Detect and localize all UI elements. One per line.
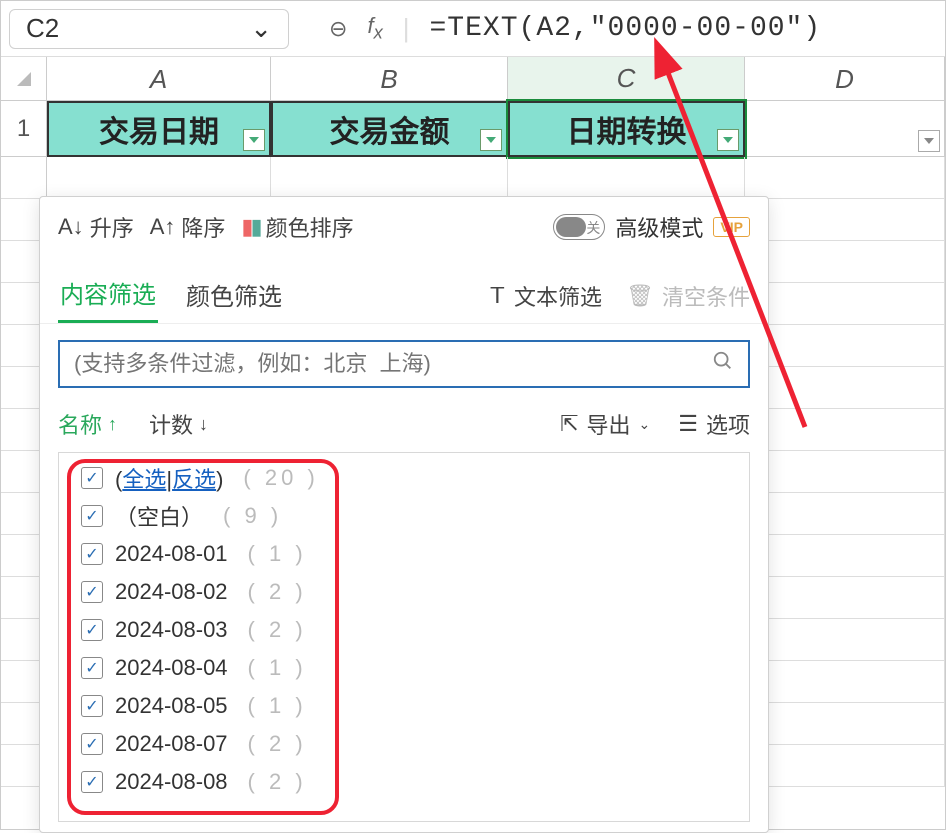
checkbox-icon[interactable]: ✓ — [81, 581, 103, 603]
vip-badge: VIP — [713, 217, 750, 237]
cell-B1[interactable]: 交易金额 — [271, 101, 508, 157]
filter-button-A[interactable] — [243, 129, 265, 151]
sort-desc-button[interactable]: A↑ 降序 — [150, 211, 226, 243]
search-input[interactable] — [74, 351, 702, 377]
list-item[interactable]: ✓2024-08-04( 1 ) — [59, 649, 749, 687]
options-button[interactable]: ☰ 选项 — [678, 408, 750, 440]
chevron-down-icon[interactable]: ⌄ — [250, 13, 272, 44]
sort-by-name[interactable]: 名称 ↑ — [58, 408, 117, 440]
filter-value-list: ✓ (全选|反选) ( 20 ) ✓ （空白） ( 9 ) ✓2024-08-0… — [58, 452, 750, 822]
fx-icon[interactable]: fx — [367, 13, 382, 43]
export-button[interactable]: ⇱ 导出 ⌄ — [560, 408, 650, 440]
header-A-label: 交易日期 — [99, 107, 219, 151]
header-row: 1 交易日期 交易金额 日期转换 — [1, 101, 945, 157]
checkbox-icon[interactable]: ✓ — [81, 619, 103, 641]
trash-icon: 🗑 — [626, 283, 654, 309]
search-input-wrapper — [58, 340, 750, 388]
sort-asc-icon: A↓ — [58, 214, 84, 240]
cell-D1[interactable] — [745, 101, 945, 156]
filter-button-B[interactable] — [480, 129, 502, 151]
column-headers: A B C D — [1, 57, 945, 101]
cell-C1[interactable]: 日期转换 — [508, 101, 745, 157]
export-icon: ⇱ — [560, 411, 578, 437]
name-box[interactable]: C2 ⌄ — [9, 9, 289, 49]
search-icon[interactable] — [712, 350, 734, 378]
advanced-mode-switch[interactable]: 关 — [553, 214, 605, 240]
checkbox-icon[interactable]: ✓ — [81, 733, 103, 755]
sort-asc-button[interactable]: A↓ 升序 — [58, 211, 134, 243]
list-item[interactable]: ✓2024-08-02( 2 ) — [59, 573, 749, 611]
filter-icon: 𝖳 — [491, 283, 504, 309]
blank-row[interactable]: ✓ （空白） ( 9 ) — [59, 497, 749, 535]
chevron-down-icon: ⌄ — [639, 416, 651, 433]
list-item[interactable]: ✓2024-08-01( 1 ) — [59, 535, 749, 573]
list-item[interactable]: ✓2024-08-08( 2 ) — [59, 763, 749, 801]
list-item[interactable]: ✓2024-08-03( 2 ) — [59, 611, 749, 649]
color-sort-icon: ▮▮ — [241, 214, 259, 240]
list-item[interactable]: ✓2024-08-05( 1 ) — [59, 687, 749, 725]
select-all-row[interactable]: ✓ (全选|反选) ( 20 ) — [59, 459, 749, 497]
dropdown-toolbar: A↓ 升序 A↑ 降序 ▮▮ 颜色排序 关 高级模式 VIP — [40, 197, 768, 259]
tab-color-filter[interactable]: 颜色筛选 — [184, 271, 284, 322]
filter-dropdown: A↓ 升序 A↑ 降序 ▮▮ 颜色排序 关 高级模式 VIP 内容筛选 颜色筛选… — [39, 196, 769, 833]
select-all-link[interactable]: 全选 — [122, 467, 166, 492]
cell-reference: C2 — [26, 13, 59, 44]
invert-link[interactable]: 反选 — [172, 467, 216, 492]
col-header-B[interactable]: B — [271, 57, 508, 101]
tab-content-filter[interactable]: 内容筛选 — [58, 269, 158, 323]
arrow-up-icon: ↑ — [108, 414, 117, 435]
col-header-A[interactable]: A — [47, 57, 271, 101]
sort-by-count[interactable]: 计数 ↓ — [149, 408, 208, 440]
clear-conditions-button[interactable]: 🗑 清空条件 — [626, 280, 750, 312]
text-filter-button[interactable]: 𝖳 文本筛选 — [491, 280, 602, 312]
formula-bar: C2 ⌄ ⊖ fx | =TEXT(A2,"0000-00-00") — [1, 1, 945, 57]
zoom-out-icon[interactable]: ⊖ — [329, 16, 347, 42]
color-sort-button[interactable]: ▮▮ 颜色排序 — [241, 211, 353, 243]
sort-desc-icon: A↑ — [150, 214, 176, 240]
header-C-label: 日期转换 — [567, 107, 687, 151]
checkbox-icon[interactable]: ✓ — [81, 695, 103, 717]
checkbox-icon[interactable]: ✓ — [81, 543, 103, 565]
filter-button-C[interactable] — [717, 129, 739, 151]
header-B-label: 交易金额 — [330, 107, 450, 151]
cell-A1[interactable]: 交易日期 — [47, 101, 271, 157]
arrow-down-icon: ↓ — [199, 414, 208, 435]
menu-icon: ☰ — [678, 411, 698, 437]
row-header-1[interactable]: 1 — [1, 101, 47, 156]
col-header-D[interactable]: D — [745, 57, 945, 101]
list-header: 名称 ↑ 计数 ↓ ⇱ 导出 ⌄ ☰ 选项 — [40, 400, 768, 448]
filter-button-D[interactable] — [918, 130, 940, 152]
select-all-corner[interactable] — [1, 57, 47, 101]
formula-input[interactable]: =TEXT(A2,"0000-00-00") — [430, 13, 822, 44]
filter-tabs: 内容筛选 颜色筛选 𝖳 文本筛选 🗑 清空条件 — [40, 259, 768, 324]
checkbox-icon[interactable]: ✓ — [81, 505, 103, 527]
col-header-C[interactable]: C — [508, 57, 745, 101]
advanced-mode-label: 高级模式 — [615, 211, 703, 243]
list-item[interactable]: ✓2024-08-07( 2 ) — [59, 725, 749, 763]
checkbox-icon[interactable]: ✓ — [81, 467, 103, 489]
checkbox-icon[interactable]: ✓ — [81, 657, 103, 679]
checkbox-icon[interactable]: ✓ — [81, 771, 103, 793]
